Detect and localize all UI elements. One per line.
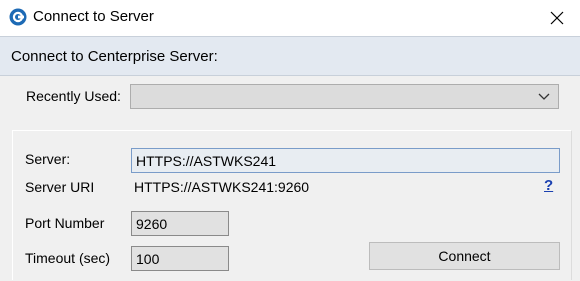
connect-button[interactable]: Connect xyxy=(369,242,560,270)
close-button[interactable] xyxy=(534,0,580,36)
chevron-down-icon[interactable] xyxy=(538,93,550,101)
recently-used-label: Recently Used: xyxy=(26,88,121,104)
close-icon[interactable] xyxy=(550,11,564,25)
port-number-input[interactable] xyxy=(131,211,229,236)
window-title: Connect to Server xyxy=(33,8,154,25)
dialog-header: Connect to Centerprise Server: xyxy=(0,36,580,76)
port-number-label: Port Number xyxy=(25,215,105,231)
server-input[interactable] xyxy=(131,148,560,173)
title-bar: Connect to Server xyxy=(0,0,580,36)
server-label: Server: xyxy=(25,151,71,167)
timeout-input[interactable] xyxy=(131,246,229,271)
header-text: Connect to Centerprise Server: xyxy=(11,48,218,65)
help-link[interactable]: ? xyxy=(544,177,553,194)
recently-used-dropdown[interactable] xyxy=(130,84,559,109)
server-uri-label: Server URI xyxy=(25,179,95,195)
timeout-label: Timeout (sec) xyxy=(25,250,111,266)
server-uri-value: HTTPS://ASTWKS241:9260 xyxy=(134,179,310,195)
centerprise-logo-icon xyxy=(9,8,27,26)
